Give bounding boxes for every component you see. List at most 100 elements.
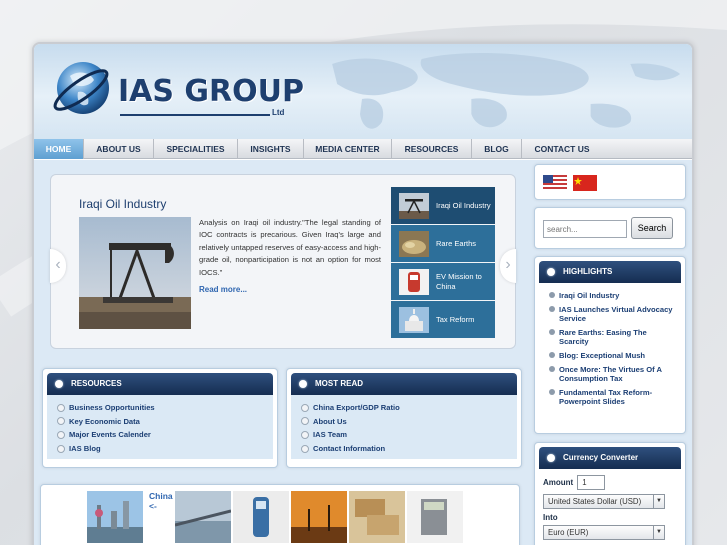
link-bullet-icon — [301, 430, 309, 439]
currency-notes-image[interactable] — [349, 491, 405, 543]
amount-input[interactable]: 1 — [577, 475, 606, 490]
globe-logo-icon — [53, 62, 109, 114]
slide-tab-rare-earths[interactable]: Rare Earths — [391, 225, 495, 262]
ev-charger-thumb-icon — [399, 268, 429, 295]
wind-turbines-image[interactable] — [291, 491, 347, 543]
search-button[interactable]: Search — [631, 217, 673, 239]
slide-tab-label: Tax Reform — [436, 314, 475, 324]
highlight-link[interactable]: Fundamental Tax Reform- Powerpoint Slide… — [549, 388, 673, 407]
slide-tab-label: Rare Earths — [436, 238, 477, 248]
currency-converter: Currency Converter Amount 1 United State… — [534, 442, 686, 545]
currency-form: Amount 1 United States Dollar (USD) ▼ In… — [535, 469, 685, 545]
slide-tab-tax-reform[interactable]: Tax Reform — [391, 301, 495, 338]
brand-suffix: Ltd — [272, 108, 285, 117]
read-more-link[interactable]: Read more... — [199, 285, 247, 294]
header-bullet-icon — [547, 268, 555, 276]
nav-media-center[interactable]: MEDIA CENTER — [304, 139, 392, 159]
most-read-link[interactable]: IAS Team — [301, 428, 509, 442]
highlight-link[interactable]: Blog: Exceptional Mush — [549, 351, 673, 361]
resources-title: RESOURCES — [71, 379, 122, 388]
site-frame: IAS GROUP Ltd HOME ABOUT US SPECIALITIES… — [32, 42, 694, 545]
slider-next-button[interactable]: › — [500, 249, 516, 283]
link-bullet-icon — [301, 417, 309, 426]
into-currency-select[interactable]: Euro (EUR) ▼ — [543, 525, 665, 540]
most-read-box: MOST READ China Export/GDP Ratio About U… — [286, 368, 522, 468]
resources-link[interactable]: Business Opportunities — [57, 401, 265, 415]
gallery-label[interactable]: China <- — [149, 491, 173, 511]
header-bullet-icon — [55, 380, 63, 388]
most-read-header: MOST READ — [291, 373, 517, 395]
capitol-thumb-icon — [399, 306, 429, 333]
currency-title: Currency Converter — [563, 453, 639, 462]
highlight-link[interactable]: IAS Launches Virtual Advocacy Service — [549, 305, 673, 324]
slide-tab-list: Iraqi Oil Industry Rare Earths EV Missio… — [391, 187, 495, 339]
bridge-image[interactable] — [175, 491, 231, 543]
language-flags — [534, 164, 686, 200]
china-flag-icon[interactable] — [573, 175, 597, 191]
nav-specialities[interactable]: SPECIALITIES — [154, 139, 238, 159]
resources-box: RESOURCES Business Opportunities Key Eco… — [42, 368, 278, 468]
most-read-title: MOST READ — [315, 379, 363, 388]
slide-tab-ev-mission[interactable]: EV Mission to China — [391, 263, 495, 300]
header: IAS GROUP Ltd — [34, 44, 692, 139]
nav-blog[interactable]: BLOG — [472, 139, 522, 159]
from-currency-select[interactable]: United States Dollar (USD) ▼ — [543, 494, 665, 509]
resources-link[interactable]: IAS Blog — [57, 442, 265, 456]
oil-pump-photo — [79, 217, 191, 329]
slide-description: Analysis on Iraqi oil industry."The lega… — [199, 218, 381, 277]
link-bullet-icon — [549, 328, 555, 335]
highlights-header: HIGHLIGHTS — [539, 261, 681, 283]
most-read-link[interactable]: China Export/GDP Ratio — [301, 401, 509, 415]
nav-contact-us[interactable]: CONTACT US — [522, 139, 602, 159]
slider-prev-button[interactable]: ‹ — [50, 249, 66, 283]
resources-link[interactable]: Key Economic Data — [57, 415, 265, 429]
chevron-down-icon: ▼ — [653, 495, 664, 508]
ev-charger-image[interactable] — [233, 491, 289, 543]
nav-resources[interactable]: RESOURCES — [392, 139, 472, 159]
calculator-image[interactable] — [407, 491, 463, 543]
link-bullet-icon — [549, 388, 555, 395]
shanghai-skyline-image[interactable] — [87, 491, 143, 543]
amount-row: Amount 1 — [543, 475, 677, 490]
gallery-strip: China <- — [40, 484, 520, 545]
link-bullet-icon — [57, 430, 65, 439]
highlight-link[interactable]: Once More: The Virtues Of A Consumption … — [549, 365, 673, 384]
main-nav: HOME ABOUT US SPECIALITIES INSIGHTS MEDI… — [34, 139, 692, 159]
link-bullet-icon — [549, 365, 555, 372]
link-bullet-icon — [301, 444, 309, 453]
slide-title[interactable]: Iraqi Oil Industry — [79, 197, 166, 211]
link-bullet-icon — [549, 305, 555, 312]
featured-slider: Iraqi Oil Industry Analysis on Iraqi oil… — [50, 174, 516, 349]
header-bullet-icon — [547, 454, 555, 462]
resources-link[interactable]: Major Events Calender — [57, 428, 265, 442]
amount-label: Amount — [543, 478, 574, 487]
most-read-link[interactable]: Contact Information — [301, 442, 509, 456]
link-bullet-icon — [57, 403, 65, 412]
header-bullet-icon — [299, 380, 307, 388]
brand-name: IAS GROUP — [118, 74, 305, 109]
highlight-link[interactable]: Rare Earths: Easing The Scarcity — [549, 328, 673, 347]
most-read-list: China Export/GDP Ratio About Us IAS Team… — [291, 395, 517, 460]
link-bullet-icon — [57, 417, 65, 426]
us-flag-icon[interactable] — [543, 175, 567, 191]
slide-tab-iraqi-oil[interactable]: Iraqi Oil Industry — [391, 187, 495, 224]
chevron-down-icon: ▼ — [653, 526, 664, 539]
search-input[interactable] — [543, 220, 627, 238]
highlights-list: Iraqi Oil Industry IAS Launches Virtual … — [539, 283, 681, 415]
link-bullet-icon — [549, 351, 555, 358]
resources-list: Business Opportunities Key Economic Data… — [47, 395, 273, 460]
rare-earth-thumb-icon — [399, 230, 429, 257]
nav-about-us[interactable]: ABOUT US — [84, 139, 154, 159]
oil-pump-thumb-icon — [399, 192, 429, 219]
resources-header: RESOURCES — [47, 373, 273, 395]
nav-home[interactable]: HOME — [34, 139, 84, 159]
highlight-link[interactable]: Iraqi Oil Industry — [549, 291, 673, 301]
nav-insights[interactable]: INSIGHTS — [238, 139, 304, 159]
most-read-link[interactable]: About Us — [301, 415, 509, 429]
highlights-title: HIGHLIGHTS — [563, 267, 613, 276]
search-box: Search — [534, 207, 686, 249]
link-bullet-icon — [57, 444, 65, 453]
link-bullet-icon — [301, 403, 309, 412]
brand-underline — [120, 114, 270, 116]
slide-tab-label: EV Mission to China — [436, 272, 482, 291]
